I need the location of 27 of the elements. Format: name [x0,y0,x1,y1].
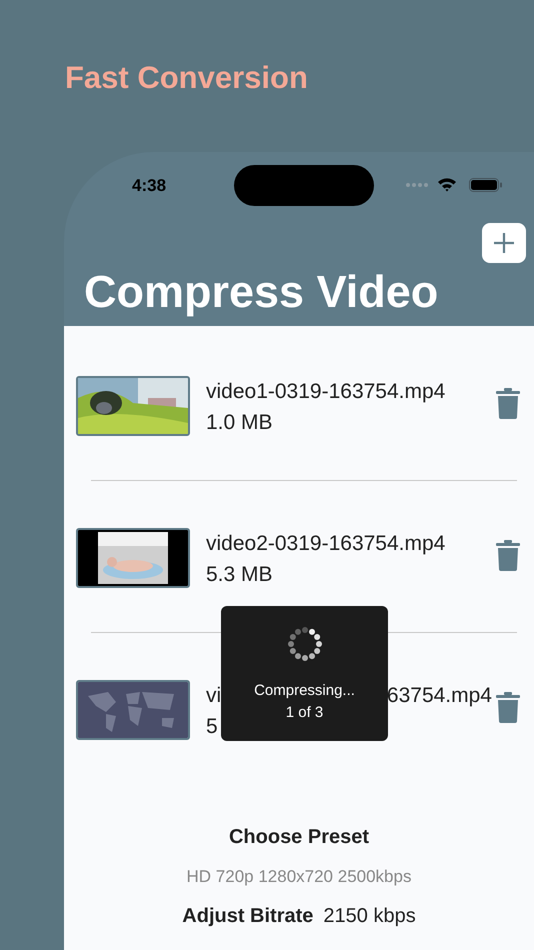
progress-count: 1 of 3 [286,704,324,721]
preset-option[interactable]: HD 720p 1280x720 2500kbps [186,867,412,887]
status-time: 4:38 [132,176,166,196]
page-title: Compress Video [84,266,438,318]
battery-icon [469,178,502,192]
file-name: vi [206,683,222,709]
delete-button[interactable] [496,692,520,723]
file-name: video2-0319-163754.mp4 [206,531,446,557]
delete-button[interactable] [496,388,520,419]
add-button[interactable] [482,223,526,263]
file-size: 5.3 MB [206,562,273,588]
delete-button[interactable] [496,540,520,571]
bitrate-label: Adjust Bitrate [182,905,314,928]
signal-icon [405,182,429,188]
progress-message: Compressing... [254,682,355,699]
file-name: video1-0319-163754.mp4 [206,379,446,405]
trash-icon [496,692,520,723]
bitrate-value: 2150 kbps [323,905,416,928]
plus-icon [493,232,515,254]
file-size: 5 [206,714,218,740]
promo-headline: Fast Conversion [65,60,309,96]
file-name: 63754.mp4 [386,683,492,709]
wifi-icon [437,177,457,192]
preset-heading: Choose Preset [228,826,370,849]
trash-icon [496,540,520,571]
file-size: 1.0 MB [206,410,273,436]
trash-icon [496,388,520,419]
